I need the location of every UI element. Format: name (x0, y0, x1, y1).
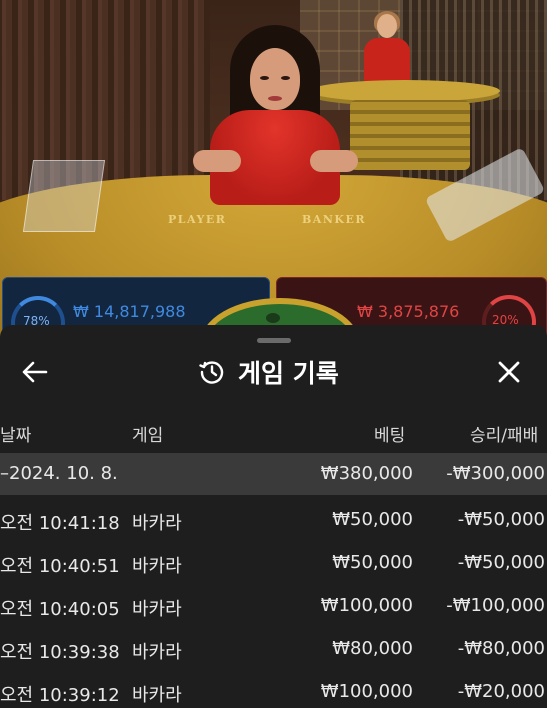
history-row[interactable]: 오전 10:39:12 바카라 ₩100,000 -₩20,000 (0, 671, 547, 708)
column-header-bet[interactable]: 베팅 (374, 421, 405, 446)
tie-indicator (266, 313, 280, 323)
row-game: 바카라 (132, 685, 182, 706)
player-total-amount: ₩ 14,817,988 (73, 302, 186, 321)
summary-winloss: -₩300,000 (446, 463, 545, 484)
column-header-game[interactable]: 게임 (132, 421, 163, 446)
summary-date: –2024. 10. 8. (0, 463, 118, 484)
felt-banker-label: BANKER (302, 213, 366, 226)
row-bet: ₩50,000 (332, 552, 413, 573)
column-header-date[interactable]: 날짜 (0, 421, 31, 446)
row-bet: ₩100,000 (320, 681, 413, 702)
history-row[interactable]: 오전 10:41:18 바카라 ₩50,000 -₩50,000 (0, 499, 547, 541)
dealer (175, 20, 375, 205)
close-button[interactable] (492, 355, 526, 389)
row-winloss: -₩50,000 (457, 552, 545, 573)
card-shoe-left (22, 160, 106, 232)
sheet-title-group: 게임 기록 (198, 355, 339, 389)
row-winloss: -₩100,000 (446, 595, 545, 616)
row-game: 바카라 (132, 513, 182, 534)
column-header-winloss[interactable]: 승리/패배 (470, 421, 538, 446)
sheet-header: 게임 기록 (0, 347, 547, 397)
date-summary-row[interactable]: –2024. 10. 8. ₩380,000 -₩300,000 (0, 453, 547, 495)
history-row[interactable]: 오전 10:40:05 바카라 ₩100,000 -₩100,000 (0, 585, 547, 627)
row-time: 오전 10:39:38 (0, 642, 120, 663)
history-clock-icon (199, 361, 224, 384)
banker-total-amount: ₩ 3,875,876 (357, 302, 460, 321)
close-icon (498, 361, 520, 383)
back-button[interactable] (18, 355, 52, 389)
summary-bet: ₩380,000 (320, 463, 413, 484)
row-winloss: -₩50,000 (457, 509, 545, 530)
row-game: 바카라 (132, 556, 182, 577)
sheet-grabber-handle[interactable] (257, 338, 291, 343)
sheet-title: 게임 기록 (238, 359, 339, 388)
row-game: 바카라 (132, 599, 182, 620)
row-time: 오전 10:39:12 (0, 685, 120, 706)
row-bet: ₩100,000 (320, 595, 413, 616)
row-bet: ₩50,000 (332, 509, 413, 530)
arrow-left-icon (22, 361, 48, 383)
row-game: 바카라 (132, 642, 182, 663)
history-row[interactable]: 오전 10:40:51 바카라 ₩50,000 -₩50,000 (0, 542, 547, 584)
row-winloss: -₩20,000 (457, 681, 545, 702)
row-time: 오전 10:40:51 (0, 556, 120, 577)
row-time: 오전 10:41:18 (0, 513, 120, 534)
row-bet: ₩80,000 (332, 638, 413, 659)
history-row[interactable]: 오전 10:39:38 바카라 ₩80,000 -₩80,000 (0, 628, 547, 670)
row-winloss: -₩80,000 (457, 638, 545, 659)
felt-player-label: PLAYER (168, 213, 227, 226)
game-history-sheet: 게임 기록 날짜 게임 베팅 승리/패배 –2024. 10. 8. ₩380,… (0, 325, 547, 708)
row-time: 오전 10:40:05 (0, 599, 120, 620)
